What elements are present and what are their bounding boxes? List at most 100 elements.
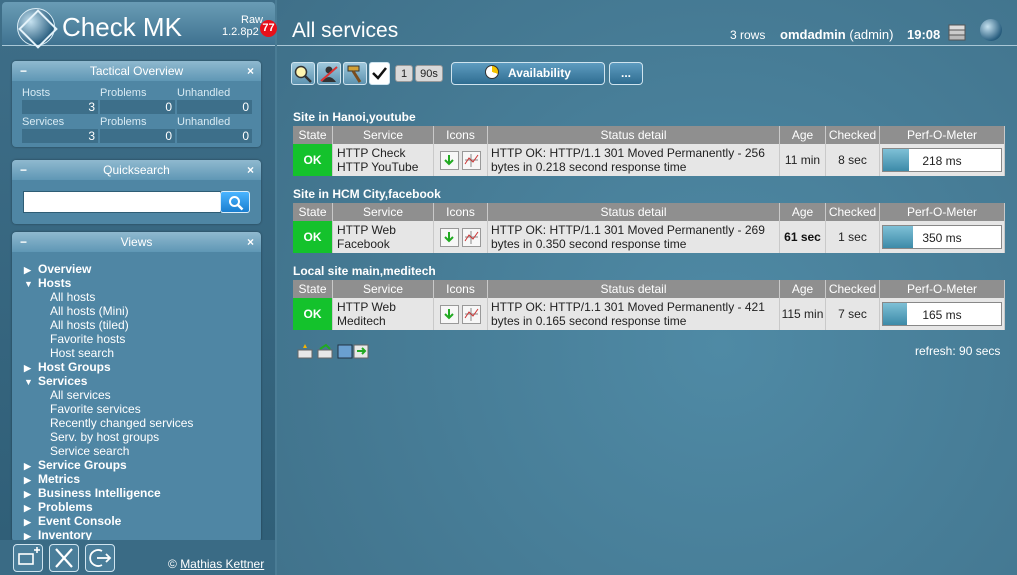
- refresh-interval[interactable]: 90s: [415, 65, 443, 82]
- hosts-unhandled[interactable]: 0: [177, 100, 252, 114]
- views-category[interactable]: ▼ Hosts: [24, 276, 256, 290]
- column-header[interactable]: Checked: [826, 126, 880, 144]
- triangle-right-icon: ▶: [24, 517, 31, 527]
- column-header[interactable]: State: [293, 280, 333, 298]
- reload-icon[interactable]: [317, 343, 333, 359]
- minimize-icon[interactable]: −: [20, 61, 27, 81]
- views-category-label: Business Intelligence: [38, 486, 161, 500]
- views-category[interactable]: ▶ Overview: [24, 262, 256, 276]
- column-header[interactable]: Service: [333, 203, 434, 221]
- service-name[interactable]: HTTP Web Meditech: [333, 298, 434, 330]
- column-header[interactable]: Perf-O-Meter: [880, 126, 1005, 144]
- checkbox-toggle[interactable]: [369, 62, 390, 85]
- views-link[interactable]: All hosts (Mini): [24, 304, 256, 318]
- column-header[interactable]: Service: [333, 280, 434, 298]
- hosts-problems[interactable]: 0: [100, 100, 175, 114]
- perf-value: 165 ms: [922, 308, 962, 322]
- perf-o-meter[interactable]: 218 ms: [880, 144, 1005, 176]
- perf-o-meter[interactable]: 350 ms: [880, 221, 1005, 253]
- views-link[interactable]: All hosts: [24, 290, 256, 304]
- logout-button[interactable]: [85, 544, 115, 572]
- column-header[interactable]: Service: [333, 126, 434, 144]
- notification-badge[interactable]: 77: [260, 20, 277, 37]
- views-link[interactable]: All services: [24, 388, 256, 402]
- column-header[interactable]: Age: [780, 203, 826, 221]
- column-header[interactable]: Icons: [434, 203, 488, 221]
- column-header[interactable]: State: [293, 203, 333, 221]
- export-icon[interactable]: [337, 343, 371, 359]
- more-button[interactable]: ...: [609, 62, 643, 85]
- views-category[interactable]: ▶ Metrics: [24, 472, 256, 486]
- minimize-icon[interactable]: −: [20, 232, 27, 252]
- commands-button[interactable]: [317, 62, 341, 85]
- column-header[interactable]: Checked: [826, 203, 880, 221]
- quicksearch-input[interactable]: [23, 191, 221, 213]
- snapin-header[interactable]: − Quicksearch ×: [12, 160, 261, 180]
- triangle-right-icon: ▶: [24, 363, 31, 373]
- views-category[interactable]: ▶ Problems: [24, 500, 256, 514]
- download-icon[interactable]: [439, 150, 459, 170]
- quicksearch-button[interactable]: [220, 191, 250, 213]
- views-link[interactable]: All hosts (tiled): [24, 318, 256, 332]
- views-category[interactable]: ▶ Service Groups: [24, 458, 256, 472]
- checkmk-logo[interactable]: [17, 8, 55, 46]
- minimize-icon[interactable]: −: [20, 160, 27, 180]
- hosts-total[interactable]: 3: [22, 100, 98, 114]
- edit-view-button[interactable]: [343, 62, 367, 85]
- service-name[interactable]: HTTP Web Facebook: [333, 221, 434, 253]
- services-total[interactable]: 3: [22, 129, 98, 143]
- table-row[interactable]: OK HTTP Check HTTP YouTube HTTP OK: HTTP…: [293, 144, 1005, 176]
- download-icon[interactable]: [439, 227, 459, 247]
- views-link[interactable]: Host search: [24, 346, 256, 360]
- views-category[interactable]: ▶ Business Intelligence: [24, 486, 256, 500]
- availability-button[interactable]: Availability: [451, 62, 605, 85]
- column-header[interactable]: Icons: [434, 126, 488, 144]
- close-icon[interactable]: ×: [247, 232, 254, 252]
- close-icon[interactable]: ×: [247, 61, 254, 81]
- graph-icon[interactable]: [462, 227, 482, 247]
- table-row[interactable]: OK HTTP Web Meditech HTTP OK: HTTP/1.1 3…: [293, 298, 1005, 330]
- copyright: © Mathias Kettner: [168, 557, 264, 571]
- column-header[interactable]: Age: [780, 126, 826, 144]
- column-header[interactable]: Status detail: [488, 280, 780, 298]
- perf-o-meter[interactable]: 165 ms: [880, 298, 1005, 330]
- setup-button[interactable]: [49, 544, 79, 572]
- snapin-header[interactable]: − Views ×: [12, 232, 261, 252]
- services-unhandled[interactable]: 0: [177, 129, 252, 143]
- views-category[interactable]: ▼ Services: [24, 374, 256, 388]
- column-header[interactable]: Status detail: [488, 203, 780, 221]
- services-problems[interactable]: 0: [100, 129, 175, 143]
- filter-button[interactable]: [291, 62, 315, 85]
- server-stack-icon[interactable]: [947, 22, 969, 42]
- graph-icon[interactable]: [462, 150, 482, 170]
- refresh-count[interactable]: 1: [395, 65, 413, 82]
- add-snapin-button[interactable]: [13, 544, 43, 572]
- snapin-header[interactable]: − Tactical Overview ×: [12, 61, 261, 81]
- globe-icon[interactable]: [980, 19, 1002, 41]
- service-name[interactable]: HTTP Check HTTP YouTube: [333, 144, 434, 176]
- new-view-icon[interactable]: [297, 343, 313, 359]
- table-row[interactable]: OK HTTP Web Facebook HTTP OK: HTTP/1.1 3…: [293, 221, 1005, 253]
- graph-icon[interactable]: [462, 304, 482, 324]
- column-header[interactable]: Checked: [826, 280, 880, 298]
- views-link[interactable]: Favorite hosts: [24, 332, 256, 346]
- column-header[interactable]: Age: [780, 280, 826, 298]
- column-header[interactable]: Perf-O-Meter: [880, 203, 1005, 221]
- views-link[interactable]: Serv. by host groups: [24, 430, 256, 444]
- column-header[interactable]: Icons: [434, 280, 488, 298]
- user-info[interactable]: omdadmin (admin): [780, 27, 893, 42]
- views-category[interactable]: ▶ Host Groups: [24, 360, 256, 374]
- icons-cell: [434, 298, 488, 330]
- column-header[interactable]: State: [293, 126, 333, 144]
- views-link[interactable]: Recently changed services: [24, 416, 256, 430]
- views-link[interactable]: Favorite services: [24, 402, 256, 416]
- download-icon[interactable]: [439, 304, 459, 324]
- views-category[interactable]: ▶ Event Console: [24, 514, 256, 528]
- column-header[interactable]: Perf-O-Meter: [880, 280, 1005, 298]
- close-icon[interactable]: ×: [247, 160, 254, 180]
- views-category-label: Host Groups: [38, 360, 111, 374]
- copyright-link[interactable]: Mathias Kettner: [180, 557, 264, 571]
- views-link[interactable]: Service search: [24, 444, 256, 458]
- table-header-row: State Service Icons Status detail Age Ch…: [293, 126, 1005, 144]
- column-header[interactable]: Status detail: [488, 126, 780, 144]
